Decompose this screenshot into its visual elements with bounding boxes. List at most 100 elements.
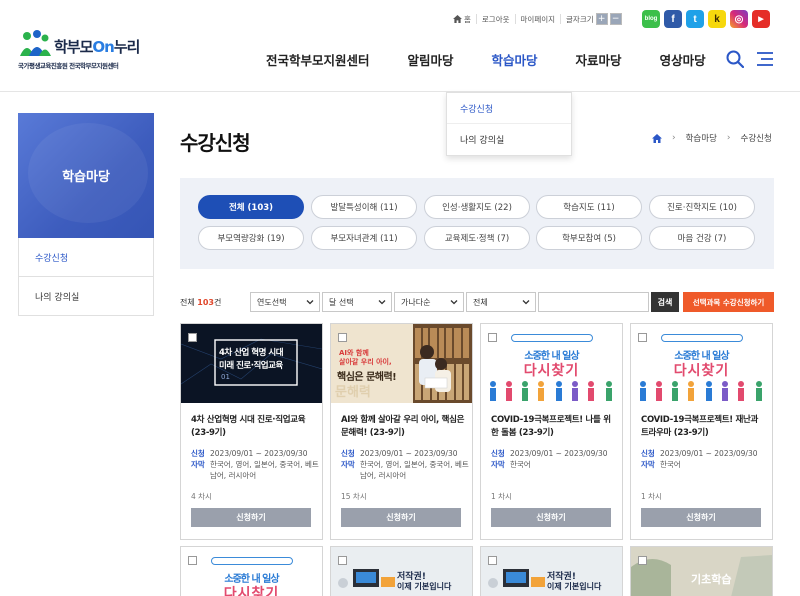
course-card: 소중한 내 일상 다시찾기	[180, 546, 323, 596]
course-checkbox[interactable]	[638, 556, 647, 565]
category-mental-health[interactable]: 마음 건강 (7)	[649, 226, 755, 250]
category-development[interactable]: 발달특성이해 (11)	[311, 195, 417, 219]
keyword-input[interactable]	[538, 292, 649, 312]
mypage-link[interactable]: 마이페이지	[516, 14, 562, 24]
people-illustration-icon	[640, 381, 762, 401]
apply-button[interactable]: 신청하기	[491, 508, 611, 527]
course-card: 4차 산업 혁명 시대 미래 진로·직업교육 01 4차 산업혁명 시대 진로·…	[180, 323, 323, 540]
course-card: 문해력 AI와 함께 살아갈 우리 아이, 핵심은 문해력! AI와 함께 살아…	[330, 323, 473, 540]
logout-link[interactable]: 로그아웃	[477, 14, 516, 24]
apply-selected-button[interactable]: 선택과목 수강신청하기	[683, 292, 774, 312]
utility-menu: 홈 로그아웃 마이페이지 글자크기 + −	[448, 12, 627, 26]
course-thumbnail[interactable]: 저작권! 이제 기본입니다	[331, 547, 472, 596]
course-title[interactable]: COVID-19극복프로젝트! 나를 위한 돌봄 (23-9기)	[491, 414, 617, 440]
course-card: 저작권! 이제 기본입니다	[480, 546, 623, 596]
course-sessions: 15 차시	[341, 492, 367, 501]
side-nav-header: 학습마당	[18, 113, 154, 238]
course-checkbox[interactable]	[488, 556, 497, 565]
category-policy[interactable]: 교육제도·정책 (7)	[424, 226, 530, 250]
people-illustration-icon	[490, 381, 612, 401]
chevron-down-icon	[450, 300, 458, 305]
sort-select[interactable]: 가나다순	[394, 292, 464, 312]
covid-banner	[211, 557, 293, 565]
logo-people-icon	[20, 30, 51, 56]
category-all[interactable]: 전체 (103)	[198, 195, 304, 219]
home-icon	[453, 15, 462, 23]
category-relationship[interactable]: 부모자녀관계 (11)	[311, 226, 417, 250]
side-nav-title: 학습마당	[62, 170, 110, 185]
apply-button[interactable]: 신청하기	[341, 508, 461, 527]
thumbnail-text: 이제 기본입니다	[397, 582, 452, 591]
search-icon[interactable]	[726, 50, 744, 68]
apply-button[interactable]: 신청하기	[641, 508, 761, 527]
search-scope-select[interactable]: 전체	[466, 292, 536, 312]
sns-links: blog f t k ◎ ▶	[642, 10, 770, 28]
side-nav-item-my-classroom[interactable]: 나의 강의실	[19, 277, 153, 316]
category-study[interactable]: 학습지도 (11)	[536, 195, 642, 219]
thumbnail-text: 다시찾기	[523, 363, 580, 379]
course-checkbox[interactable]	[638, 333, 647, 342]
kakaostory-icon[interactable]: k	[708, 10, 726, 28]
category-filter: 전체 (103) 발달특성이해 (11) 인성·생활지도 (22) 학습지도 (…	[180, 178, 774, 269]
total-count: 전체 103건	[180, 298, 222, 307]
year-select[interactable]: 연도선택	[250, 292, 320, 312]
breadcrumb-enroll[interactable]: 수강신청	[741, 132, 772, 144]
dropdown-item-my-classroom[interactable]: 나의 강의실	[447, 124, 571, 155]
svg-text:문해력: 문해력	[335, 384, 371, 400]
course-checkbox[interactable]	[188, 556, 197, 565]
category-participation[interactable]: 학부모참여 (5)	[536, 226, 642, 250]
course-meta: 신청 2023/09/01 ~ 2023/09/30 자막 한국어	[641, 449, 758, 469]
font-increase-button[interactable]: +	[595, 13, 608, 25]
twitter-icon[interactable]: t	[686, 10, 704, 28]
blog-icon[interactable]: blog	[642, 10, 660, 28]
category-parenting[interactable]: 부모역량강화 (19)	[198, 226, 304, 250]
course-card: 소중한 내 일상 다시찾기 COVID-19극복프로젝트! 재난과 트라우마 (…	[630, 323, 773, 540]
course-thumbnail[interactable]: 4차 산업 혁명 시대 미래 진로·직업교육 01	[181, 324, 322, 403]
font-size-control: 글자크기 + −	[561, 13, 627, 25]
category-character[interactable]: 인성·생활지도 (22)	[424, 195, 530, 219]
facebook-icon[interactable]: f	[664, 10, 682, 28]
course-thumbnail[interactable]: 소중한 내 일상 다시찾기	[181, 547, 322, 596]
course-title[interactable]: 4차 산업혁명 시대 진로·직업교육 (23-9기)	[191, 414, 317, 440]
nav-learning[interactable]: 학습마당	[492, 50, 538, 69]
youtube-icon[interactable]: ▶	[752, 10, 770, 28]
course-thumbnail[interactable]: 기초학습	[631, 547, 772, 596]
thumbnail-text: 다시찾기	[223, 586, 280, 596]
course-card: 소중한 내 일상 다시찾기 COVID-19극복프로젝트! 나를 위한 돌봄 (…	[480, 323, 623, 540]
course-checkbox[interactable]	[188, 333, 197, 342]
site-header: 학부모On누리 국가평생교육진흥원 전국학부모지원센터 홈 로그아웃 마이페이지…	[0, 0, 800, 92]
home-icon[interactable]	[652, 133, 662, 143]
nav-parent-center[interactable]: 전국학부모지원센터	[266, 50, 370, 69]
dropdown-item-enroll[interactable]: 수강신청	[447, 93, 571, 124]
hamburger-menu-icon[interactable]	[757, 52, 773, 66]
course-thumbnail[interactable]: 소중한 내 일상 다시찾기	[631, 324, 772, 403]
side-nav-item-enroll[interactable]: 수강신청	[19, 238, 153, 277]
course-title[interactable]: COVID-19극복프로젝트! 재난과 트라우마 (23-9기)	[641, 414, 767, 440]
nav-videos[interactable]: 영상마당	[660, 50, 706, 69]
course-thumbnail[interactable]: 문해력 AI와 함께 살아갈 우리 아이, 핵심은 문해력!	[331, 324, 472, 403]
font-decrease-button[interactable]: −	[609, 13, 622, 25]
course-checkbox[interactable]	[338, 556, 347, 565]
home-link[interactable]: 홈	[448, 14, 477, 24]
course-thumbnail[interactable]: 저작권! 이제 기본입니다	[481, 547, 622, 596]
course-checkbox[interactable]	[338, 333, 347, 342]
course-title[interactable]: AI와 함께 살아갈 우리 아이, 핵심은 문해력! (23-9기)	[341, 414, 467, 440]
nav-notice[interactable]: 알림마당	[408, 50, 454, 69]
thumbnail-text: 살아갈 우리 아이,	[339, 358, 392, 366]
logo-subtitle: 국가평생교육진흥원 전국학부모지원센터	[18, 62, 119, 70]
nav-resources[interactable]: 자료마당	[576, 50, 622, 69]
chevron-down-icon	[378, 300, 386, 305]
apply-button[interactable]: 신청하기	[191, 508, 311, 527]
course-thumbnail[interactable]: 소중한 내 일상 다시찾기	[481, 324, 622, 403]
course-meta: 신청 2023/09/01 ~ 2023/09/30 자막 한국어, 영어, 일본어…	[191, 449, 319, 480]
breadcrumb-learning[interactable]: 학습마당	[686, 132, 717, 144]
category-career[interactable]: 진로·진학지도 (10)	[649, 195, 755, 219]
site-logo[interactable]: 학부모On누리 국가평생교육진흥원 전국학부모지원센터	[18, 30, 148, 70]
course-card: 기초학습	[630, 546, 773, 596]
month-select[interactable]: 달 선택	[322, 292, 392, 312]
thumbnail-text: 다시찾기	[673, 363, 730, 379]
course-checkbox[interactable]	[488, 333, 497, 342]
learning-dropdown: 수강신청 나의 강의실	[446, 92, 572, 156]
instagram-icon[interactable]: ◎	[730, 10, 748, 28]
search-button[interactable]: 검색	[651, 292, 679, 312]
